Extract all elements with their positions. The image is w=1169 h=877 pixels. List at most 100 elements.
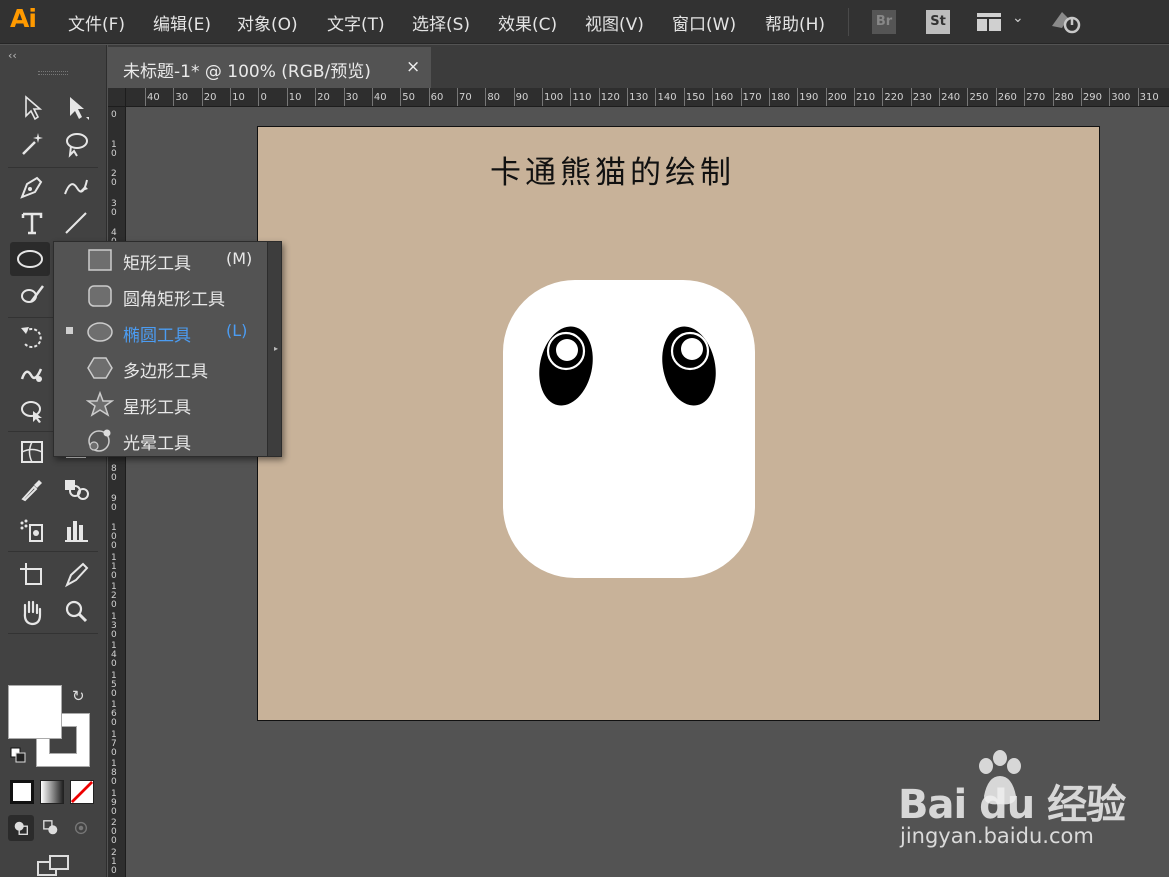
chevron-down-icon[interactable]: ⌄ [1012, 10, 1024, 26]
ruler-label: 100 [544, 92, 564, 103]
menu-window[interactable]: 窗口(W) [672, 10, 736, 35]
paintbrush-tool-icon[interactable] [14, 278, 50, 312]
panda-left-eye[interactable] [538, 323, 598, 409]
menu-divider [848, 8, 849, 36]
collapse-panel-icon[interactable]: ‹‹ [8, 49, 17, 62]
ruler-label: 110 [572, 92, 592, 103]
flyout-item-rectangle-tool[interactable]: 矩形工具 (M) [54, 242, 268, 278]
ruler-origin[interactable] [108, 88, 126, 107]
free-transform-tool-icon[interactable] [14, 393, 50, 427]
flyout-item-label: 椭圆工具 [123, 326, 191, 346]
horizontal-ruler[interactable]: 40 30 20 10 0 10 20 30 40 50 60 70 80 90 100 110 120 130 1… [108, 88, 1169, 107]
tearoff-arrow-icon: ▸ [273, 344, 278, 353]
ruler-label: 160 [111, 700, 117, 728]
ruler-tick [173, 88, 175, 106]
flyout-item-polygon-tool[interactable]: 多边形工具 [54, 350, 268, 386]
rotate-tool-icon[interactable] [14, 320, 50, 354]
selection-tool-icon[interactable] [14, 90, 50, 124]
ruler-label: 190 [111, 788, 117, 817]
app-logo: Ai [10, 4, 37, 33]
panel-grip[interactable] [38, 71, 68, 75]
menu-type[interactable]: 文字(T) [327, 10, 385, 35]
close-icon[interactable]: × [406, 57, 420, 77]
screen-mode-icon[interactable] [36, 853, 72, 877]
bridge-button[interactable]: Br [872, 10, 896, 34]
ruler-tick [230, 88, 232, 106]
stock-button[interactable]: St [926, 10, 950, 34]
ruler-tick [201, 88, 203, 106]
ruler-label: 30 [175, 92, 189, 103]
ruler-label: 180 [770, 92, 790, 103]
artboard-title-text[interactable]: 卡通熊猫的绘制 [490, 147, 735, 192]
zoom-tool-icon[interactable] [58, 595, 94, 629]
type-tool-icon[interactable] [14, 206, 50, 240]
blend-tool-icon[interactable] [58, 472, 94, 506]
flyout-item-flare-tool[interactable]: 光晕工具 [54, 422, 268, 458]
line-segment-tool-icon[interactable] [58, 206, 94, 240]
flyout-item-rounded-rectangle-tool[interactable]: 圆角矩形工具 [54, 278, 268, 314]
ruler-label: 130 [629, 92, 649, 103]
hand-tool-icon[interactable] [14, 595, 50, 629]
ruler-label: 280 [1054, 92, 1074, 103]
column-graph-tool-icon[interactable] [58, 513, 94, 547]
draw-normal-icon[interactable] [8, 815, 34, 841]
flyout-item-ellipse-tool[interactable]: 椭圆工具 (L) [54, 314, 268, 350]
ruler-label: 120 [111, 582, 117, 610]
ruler-label: 220 [884, 92, 904, 103]
workspace-layout-icon[interactable] [976, 12, 1002, 32]
menu-select[interactable]: 选择(S) [412, 10, 470, 35]
draw-behind-icon[interactable] [38, 815, 64, 841]
ruler-label: 120 [600, 92, 620, 103]
menu-file[interactable]: 文件(F) [68, 10, 125, 35]
warp-tool-icon[interactable] [14, 357, 50, 391]
menu-help[interactable]: 帮助(H) [765, 10, 825, 35]
document-tab[interactable]: 未标题-1* @ 100% (RGB/预览) × [108, 47, 431, 88]
ruler-label: 150 [685, 92, 705, 103]
color-mode-button[interactable] [10, 780, 34, 804]
ruler-label: 130 [111, 611, 117, 640]
panda-right-eye[interactable] [659, 323, 719, 409]
curvature-tool-icon[interactable] [58, 170, 94, 204]
artboard-tool-icon[interactable] [14, 558, 50, 592]
none-mode-button[interactable] [70, 780, 94, 804]
menu-view[interactable]: 视图(V) [585, 10, 644, 35]
menu-edit[interactable]: 编辑(E) [153, 10, 211, 35]
document-tab-bar: 未标题-1* @ 100% (RGB/预览) × [108, 45, 1169, 88]
ruler-label: 80 [487, 92, 501, 103]
ruler-label: 20 [111, 169, 117, 188]
swap-fill-stroke-icon[interactable]: ↻ [72, 687, 85, 705]
direct-selection-tool-icon[interactable] [58, 90, 94, 124]
lasso-tool-icon[interactable] [58, 127, 94, 161]
ruler-tick [768, 88, 770, 106]
ruler-tick [343, 88, 345, 106]
artboard[interactable]: 卡通熊猫的绘制 [257, 126, 1100, 721]
menu-effect[interactable]: 效果(C) [498, 10, 557, 35]
flyout-tearoff-strip[interactable]: ▸ [267, 242, 281, 456]
draw-inside-icon[interactable] [68, 815, 94, 841]
vertical-ruler[interactable]: 0102030401020304050607080901001101201301… [108, 107, 126, 877]
ruler-tick [286, 88, 288, 106]
slice-tool-icon[interactable] [58, 558, 94, 592]
star-icon [86, 391, 114, 417]
ellipse-tool-icon[interactable] [10, 242, 50, 276]
default-fill-stroke-icon[interactable] [10, 747, 26, 763]
ruler-label: 210 [856, 92, 876, 103]
pen-tool-icon[interactable] [14, 170, 50, 204]
watermark-url: jingyan.baidu.com [900, 824, 1094, 848]
magic-wand-tool-icon[interactable] [14, 127, 50, 161]
illustrator-window: Ai 文件(F) 编辑(E) 对象(O) 文字(T) 选择(S) 效果(C) 视… [0, 0, 1169, 877]
mesh-tool-icon[interactable] [14, 435, 50, 469]
fill-color-swatch[interactable] [8, 685, 62, 739]
symbol-sprayer-tool-icon[interactable] [14, 513, 50, 547]
sync-icon[interactable] [1048, 8, 1084, 36]
menu-object[interactable]: 对象(O) [237, 10, 298, 35]
menu-bar: Ai 文件(F) 编辑(E) 对象(O) 文字(T) 选择(S) 效果(C) 视… [0, 0, 1169, 44]
gradient-mode-button[interactable] [40, 780, 64, 804]
watermark-brand: Bai du 经验 [898, 782, 1126, 828]
ellipse-icon [87, 322, 113, 342]
eyedropper-tool-icon[interactable] [14, 472, 50, 506]
flyout-item-star-tool[interactable]: 星形工具 [54, 386, 268, 422]
ruler-label: 10 [288, 92, 302, 103]
ruler-label: 250 [969, 92, 989, 103]
ruler-label: 10 [111, 139, 117, 159]
